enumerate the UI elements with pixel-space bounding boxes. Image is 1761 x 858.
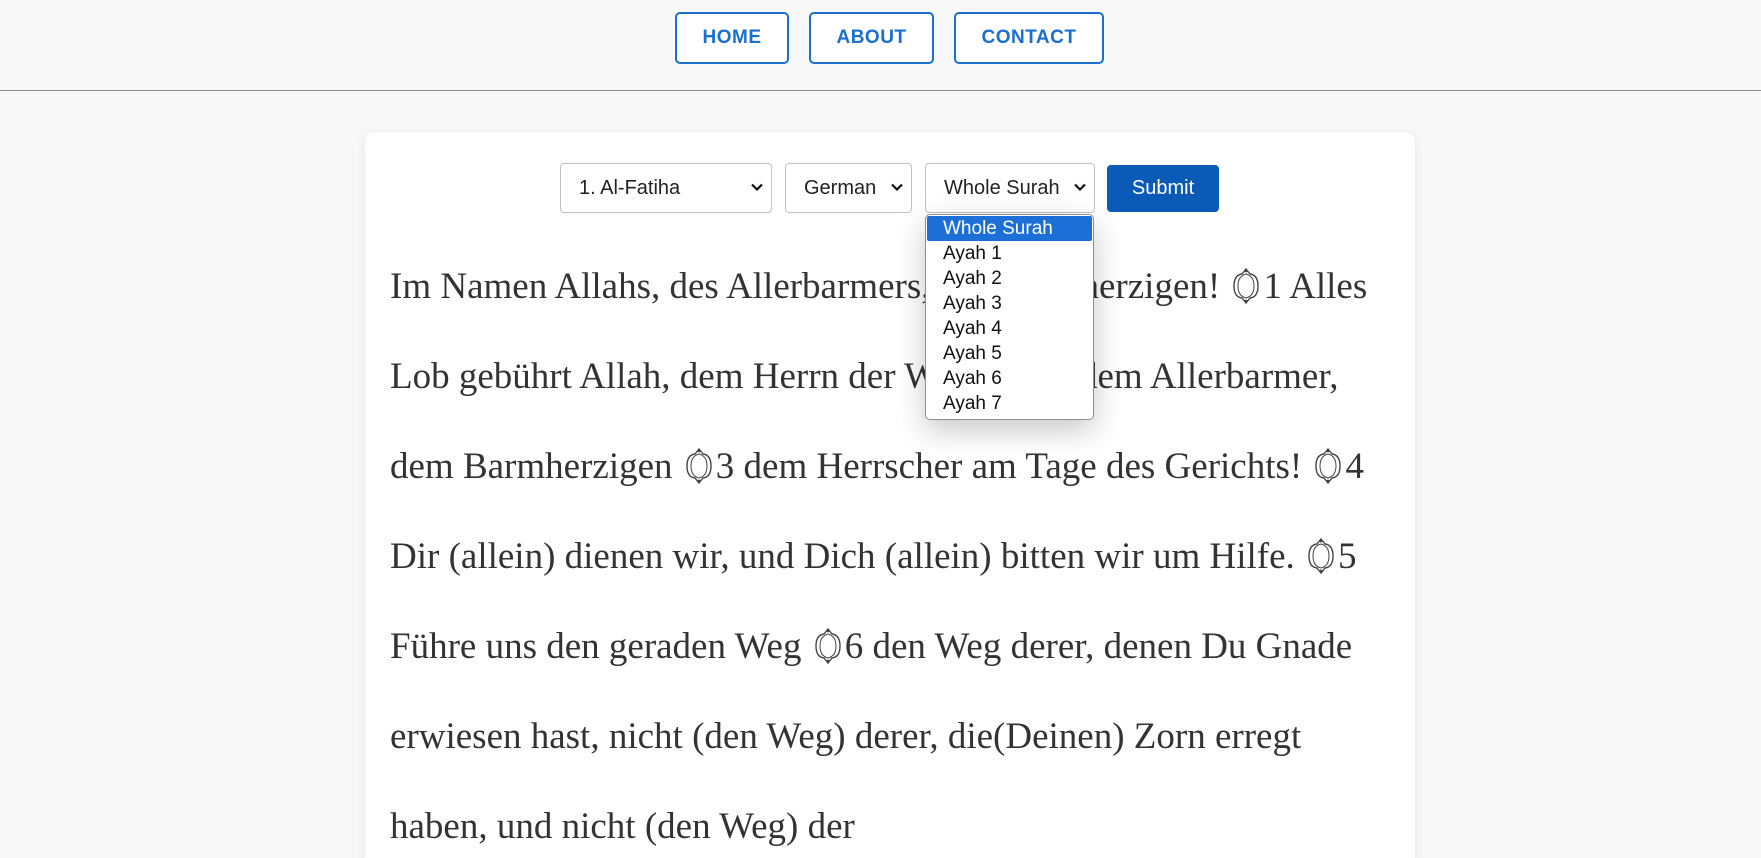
verse-number: 4 (1345, 446, 1364, 487)
verse-text: Führe uns den geraden Weg (390, 626, 802, 667)
surah-select[interactable]: 1. Al-Fatiha (560, 163, 772, 213)
chevron-down-icon (891, 183, 903, 192)
surah-translation-text: Im Namen Allahs, des Allerbarmers, des B… (390, 242, 1390, 858)
ayah-option[interactable]: Ayah 5 (926, 341, 1093, 366)
ayah-end-marker-icon (812, 610, 844, 665)
ayah-option[interactable]: Ayah 7 (926, 391, 1093, 416)
ayah-end-marker-icon (1305, 520, 1337, 575)
submit-button[interactable]: Submit (1107, 165, 1219, 212)
language-select-value: German (804, 176, 877, 199)
verse-number: 5 (1338, 536, 1357, 577)
top-navigation: HOME ABOUT CONTACT (0, 0, 1761, 91)
contact-button[interactable]: CONTACT (954, 12, 1104, 64)
ayah-end-marker-icon (1312, 430, 1344, 485)
ayah-option[interactable]: Whole Surah (927, 216, 1092, 241)
about-button[interactable]: ABOUT (809, 12, 934, 64)
ayah-end-marker-icon (1230, 250, 1262, 305)
verse-number: 6 (844, 626, 864, 667)
surah-select-value: 1. Al-Fatiha (579, 176, 681, 199)
verse-number: 3 (715, 446, 735, 487)
ayah-dropdown-list[interactable]: Whole Surah Ayah 1 Ayah 2 Ayah 3 Ayah 4 Ayah … (925, 214, 1094, 420)
ayah-select[interactable]: Whole Surah (925, 163, 1095, 213)
language-select[interactable]: German (785, 163, 912, 213)
ayah-option[interactable]: Ayah 4 (926, 316, 1093, 341)
verse-number: 1 (1263, 266, 1282, 307)
ayah-end-marker-icon (683, 430, 715, 485)
chevron-down-icon (751, 183, 763, 192)
home-button[interactable]: HOME (675, 12, 789, 64)
ayah-select-value: Whole Surah (944, 176, 1060, 199)
ayah-option[interactable]: Ayah 1 (926, 241, 1093, 266)
verse-text: dem Herrscher am Tage des Gerichts! (743, 446, 1303, 487)
ayah-option[interactable]: Ayah 2 (926, 266, 1093, 291)
ayah-option[interactable]: Ayah 6 (926, 366, 1093, 391)
ayah-option[interactable]: Ayah 3 (926, 291, 1093, 316)
verse-text: Im Namen Allahs, des Allerbarmers, des B… (390, 266, 1221, 307)
chevron-down-icon (1074, 183, 1086, 192)
verse-text: Dir (allein) dienen wir, und Dich (allei… (390, 536, 1295, 577)
